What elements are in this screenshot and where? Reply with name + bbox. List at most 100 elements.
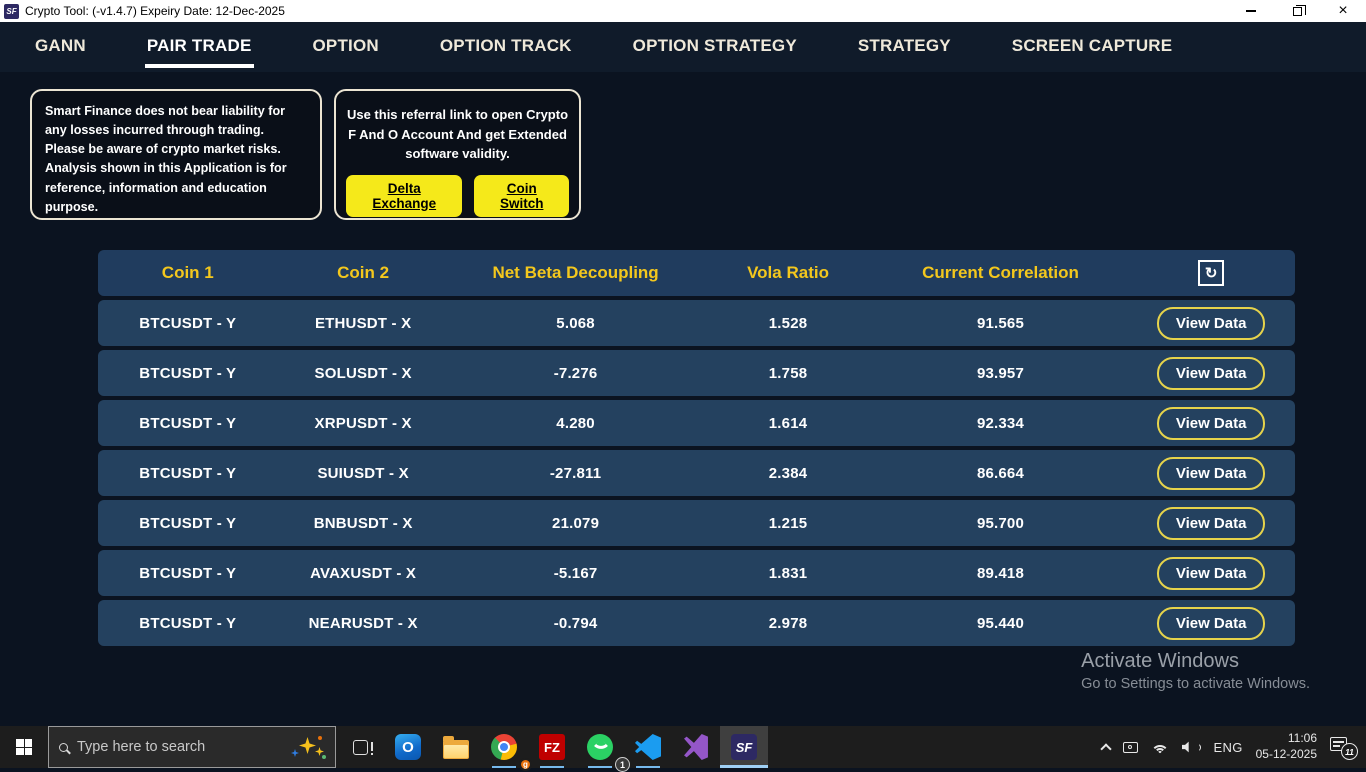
view-data-button[interactable]: View Data (1157, 557, 1266, 590)
app-window: GANN PAIR TRADE OPTION OPTION TRACK OPTI… (0, 22, 1366, 726)
main-nav: GANN PAIR TRADE OPTION OPTION TRACK OPTI… (0, 22, 1366, 72)
tab-pair-trade[interactable]: PAIR TRADE (145, 26, 254, 68)
vola-ratio-cell: 1.614 (702, 415, 873, 432)
language-indicator[interactable]: ENG (1214, 740, 1243, 755)
vola-ratio-cell: 2.384 (702, 465, 873, 482)
search-input[interactable] (77, 739, 282, 755)
task-view-icon (353, 740, 368, 755)
vscode-icon (635, 734, 661, 760)
taskbar: O g FZ 1 SF ENG 11:06 05-12-2025 (0, 726, 1366, 768)
search-icon (59, 743, 68, 752)
refresh-button[interactable]: ↻ (1198, 260, 1224, 286)
tab-strategy[interactable]: STRATEGY (856, 26, 953, 72)
header-net-beta: Net Beta Decoupling (449, 263, 703, 283)
delta-exchange-button[interactable]: Delta Exchange (346, 175, 462, 217)
coin1-cell: BTCUSDT - Y (98, 465, 278, 482)
table-row: BTCUSDT - Y SUIUSDT - X -27.811 2.384 86… (98, 450, 1295, 496)
volume-icon[interactable] (1182, 741, 1201, 753)
tab-option-track[interactable]: OPTION TRACK (438, 26, 574, 72)
taskbar-search[interactable] (48, 726, 336, 768)
taskbar-file-explorer[interactable] (432, 726, 480, 768)
coin1-cell: BTCUSDT - Y (98, 315, 278, 332)
taskbar-smart-finance[interactable]: SF (720, 726, 768, 768)
net-beta-cell: 5.068 (449, 315, 703, 332)
search-highlights-icon[interactable] (291, 735, 325, 759)
tab-gann[interactable]: GANN (33, 26, 88, 72)
correlation-cell: 95.440 (874, 615, 1128, 632)
taskbar-visual-studio[interactable] (672, 726, 720, 768)
date: 05-12-2025 (1256, 747, 1317, 763)
taskbar-whatsapp[interactable]: 1 (576, 726, 624, 768)
view-data-button[interactable]: View Data (1157, 607, 1266, 640)
header-correlation: Current Correlation (874, 263, 1128, 283)
chrome-icon (491, 734, 517, 760)
referral-box: Use this referral link to open Crypto F … (334, 89, 581, 220)
minimize-button[interactable] (1228, 0, 1274, 22)
referral-text: Use this referral link to open Crypto F … (346, 105, 569, 164)
refresh-icon: ↻ (1205, 264, 1218, 282)
tray-expand-icon[interactable] (1100, 743, 1111, 754)
watermark-title: Activate Windows (1081, 650, 1310, 673)
coin2-cell: NEARUSDT - X (278, 615, 449, 632)
correlation-cell: 89.418 (874, 565, 1128, 582)
start-button[interactable] (0, 726, 48, 768)
table-row: BTCUSDT - Y XRPUSDT - X 4.280 1.614 92.3… (98, 400, 1295, 446)
coin1-cell: BTCUSDT - Y (98, 615, 278, 632)
correlation-cell: 92.334 (874, 415, 1128, 432)
whatsapp-icon (587, 734, 613, 760)
table-row: BTCUSDT - Y ETHUSDT - X 5.068 1.528 91.5… (98, 300, 1295, 346)
coin1-cell: BTCUSDT - Y (98, 365, 278, 382)
coin2-cell: SUIUSDT - X (278, 465, 449, 482)
net-beta-cell: 21.079 (449, 515, 703, 532)
window-title: Crypto Tool: (-v1.4.7) Expeiry Date: 12-… (25, 4, 285, 18)
coin2-cell: XRPUSDT - X (278, 415, 449, 432)
notification-center[interactable]: 11 (1330, 737, 1356, 757)
net-beta-cell: 4.280 (449, 415, 703, 432)
notice-boxes: Smart Finance does not bear liability fo… (30, 89, 1366, 220)
coin-switch-button[interactable]: Coin Switch (474, 175, 569, 217)
title-bar: SF Crypto Tool: (-v1.4.7) Expeiry Date: … (0, 0, 1366, 22)
table-row: BTCUSDT - Y AVAXUSDT - X -5.167 1.831 89… (98, 550, 1295, 596)
clock[interactable]: 11:06 05-12-2025 (1256, 731, 1317, 762)
tab-screen-capture[interactable]: SCREEN CAPTURE (1010, 26, 1175, 72)
disclaimer-text: Smart Finance does not bear liability fo… (45, 102, 307, 217)
task-view-button[interactable] (336, 726, 384, 768)
activate-windows-watermark: Activate Windows Go to Settings to activ… (1081, 650, 1310, 692)
referral-buttons: Delta Exchange Coin Switch (346, 175, 569, 217)
correlation-cell: 93.957 (874, 365, 1128, 382)
coin2-cell: SOLUSDT - X (278, 365, 449, 382)
whatsapp-badge: 1 (615, 757, 630, 772)
wifi-icon[interactable] (1151, 740, 1169, 754)
view-data-button[interactable]: View Data (1157, 357, 1266, 390)
restore-button[interactable] (1274, 0, 1320, 22)
tab-option-strategy[interactable]: OPTION STRATEGY (631, 26, 799, 72)
table-row: BTCUSDT - Y NEARUSDT - X -0.794 2.978 95… (98, 600, 1295, 646)
correlation-cell: 91.565 (874, 315, 1128, 332)
taskbar-outlook[interactable]: O (384, 726, 432, 768)
meet-now-icon[interactable] (1123, 742, 1138, 753)
smart-finance-icon: SF (731, 734, 757, 760)
taskbar-vscode[interactable] (624, 726, 672, 768)
coin1-cell: BTCUSDT - Y (98, 415, 278, 432)
coin1-cell: BTCUSDT - Y (98, 565, 278, 582)
coin2-cell: ETHUSDT - X (278, 315, 449, 332)
filezilla-icon: FZ (539, 734, 565, 760)
minimize-icon (1246, 10, 1256, 12)
taskbar-filezilla[interactable]: FZ (528, 726, 576, 768)
close-button[interactable]: × (1320, 0, 1366, 22)
correlation-cell: 95.700 (874, 515, 1128, 532)
tab-option[interactable]: OPTION (311, 26, 381, 72)
view-data-button[interactable]: View Data (1157, 457, 1266, 490)
taskbar-chrome[interactable]: g (480, 726, 528, 768)
header-vola-ratio: Vola Ratio (702, 263, 873, 283)
time: 11:06 (1256, 731, 1317, 747)
view-data-button[interactable]: View Data (1157, 407, 1266, 440)
vola-ratio-cell: 1.215 (702, 515, 873, 532)
vola-ratio-cell: 1.758 (702, 365, 873, 382)
view-data-button[interactable]: View Data (1157, 307, 1266, 340)
correlation-cell: 86.664 (874, 465, 1128, 482)
table-header-row: Coin 1 Coin 2 Net Beta Decoupling Vola R… (98, 250, 1295, 296)
system-tray: ENG 11:06 05-12-2025 11 (1102, 726, 1366, 768)
vola-ratio-cell: 2.978 (702, 615, 873, 632)
view-data-button[interactable]: View Data (1157, 507, 1266, 540)
